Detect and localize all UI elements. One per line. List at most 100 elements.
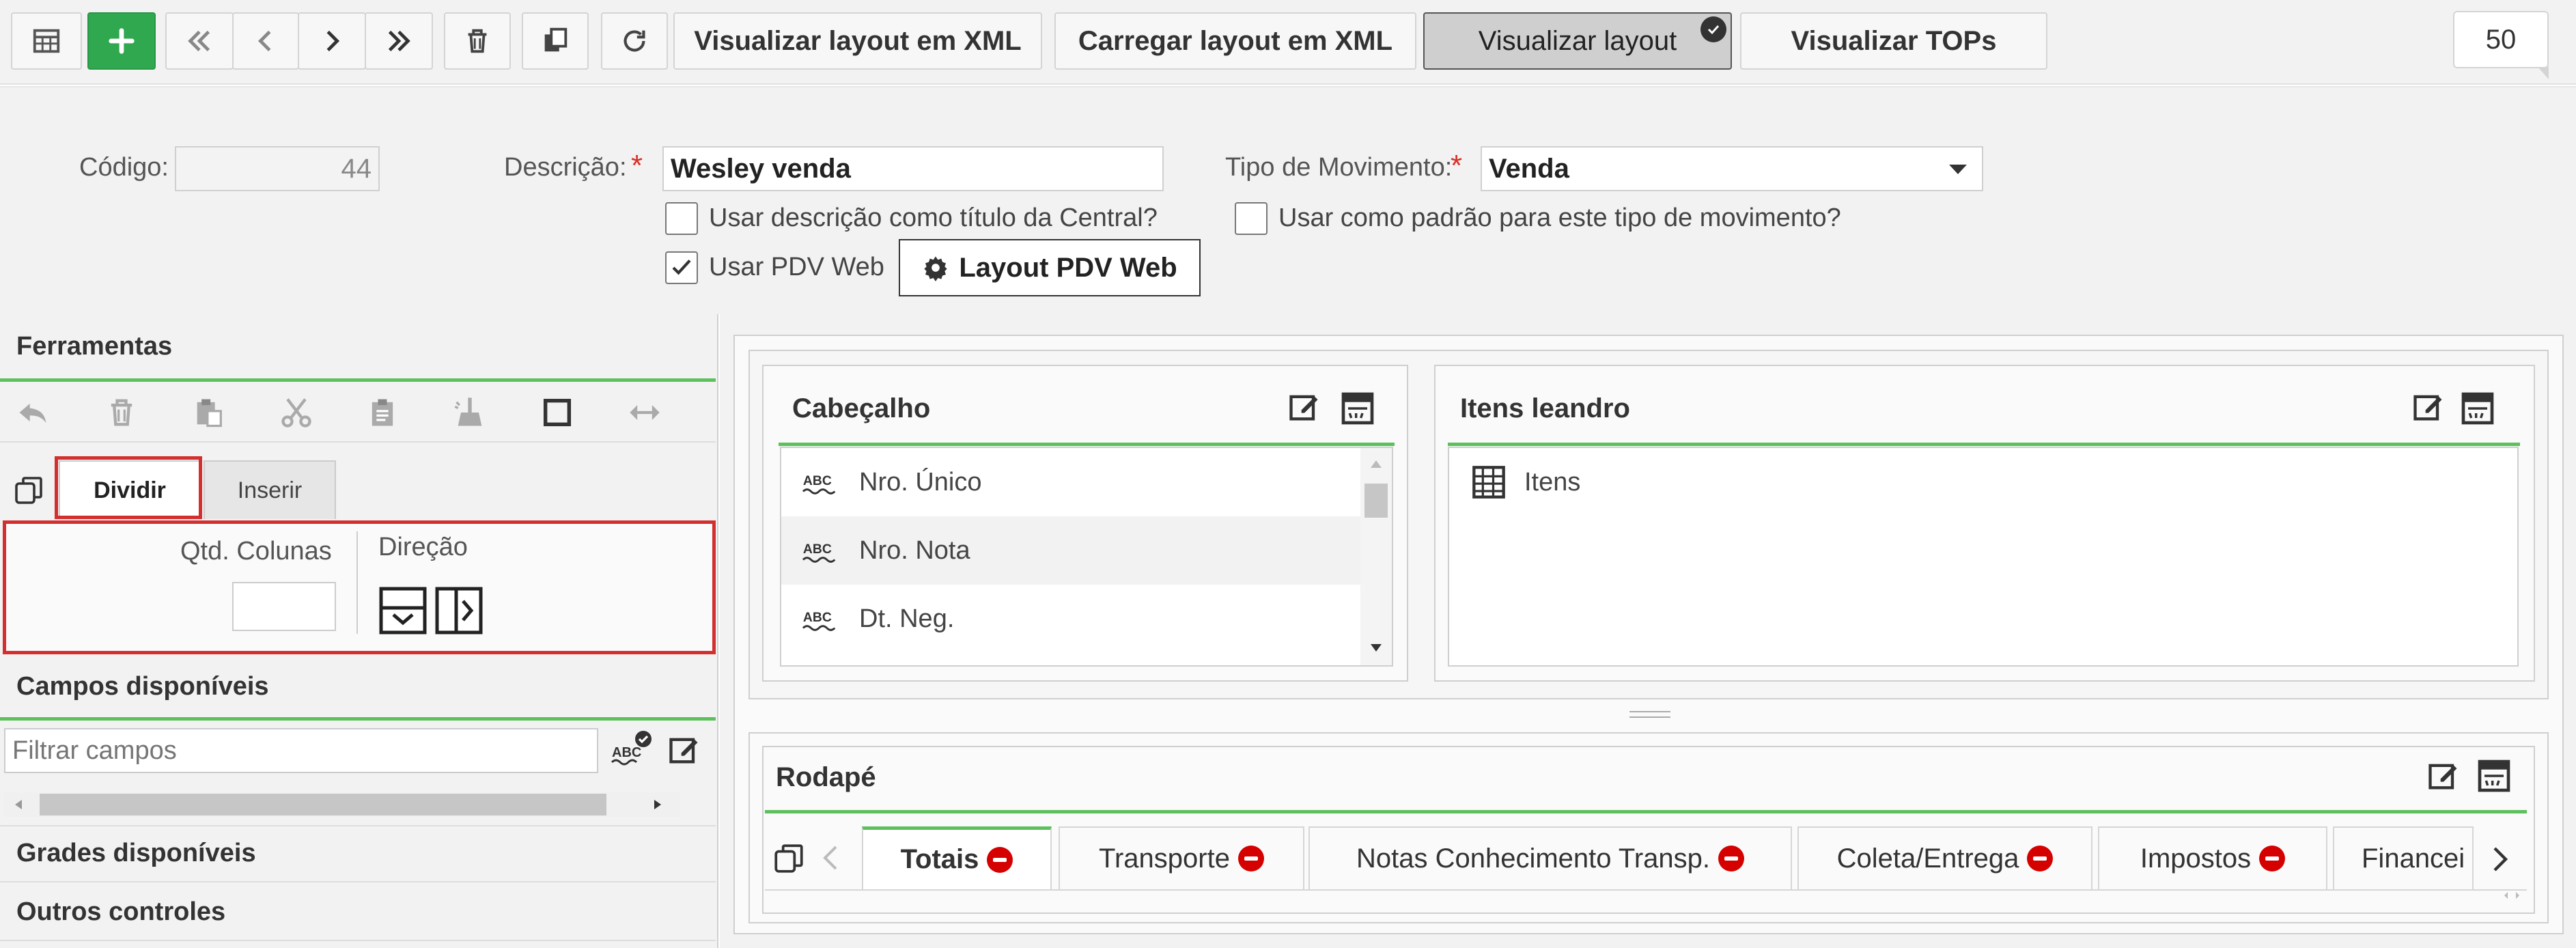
square-icon[interactable] [540,395,575,430]
broom-icon[interactable] [452,395,488,430]
refresh-button[interactable] [601,12,668,70]
tab-inserir[interactable]: Inserir [204,460,336,519]
campos-divider [0,717,716,721]
scrollbar-thumb[interactable] [40,794,606,815]
tab-totais[interactable]: Totais [862,826,1052,889]
page-size-input[interactable]: 50 [2453,11,2549,68]
remove-icon[interactable] [1718,846,1745,872]
double-chevron-right-icon [388,30,410,52]
splitter-grip-icon[interactable] [1628,706,1672,723]
view-xml-button[interactable]: Visualizar layout em XML [673,12,1042,70]
usar-pdv-web-checkbox[interactable] [665,251,698,284]
section-divider [0,825,716,826]
resize-horizontal-icon[interactable] [627,395,662,430]
table-icon [33,29,60,53]
tabs-baseline [765,889,2527,891]
copy-icon[interactable] [12,474,45,507]
edit-icon[interactable] [667,732,702,768]
field-label: Nro. Nota [859,535,970,565]
cabecalho-divider [779,443,1395,446]
descricao-input[interactable]: Wesley venda [662,146,1164,191]
edit-icon[interactable] [2411,389,2446,425]
tab-scroll-right-icon[interactable] [2491,846,2509,873]
list-item[interactable]: ABC Nro. Único [781,448,1362,516]
layout-pdv-web-button[interactable]: Layout PDV Web [899,239,1201,296]
list-item[interactable]: Itens [1449,448,2515,516]
remove-icon[interactable] [2259,846,2286,872]
tab-scroll-right-area [2474,828,2532,893]
remove-icon[interactable] [987,846,1013,873]
check-badge-icon [1700,16,1726,42]
cut-icon[interactable] [279,395,314,430]
tab-financeiro[interactable]: Financei [2333,826,2474,889]
clipboard-icon[interactable] [365,395,400,430]
usar-padrao-checkbox[interactable] [1235,202,1268,235]
layout-form: Código: 44 Descrição: * Wesley venda Tip… [0,86,2576,314]
tab-transporte[interactable]: Transporte [1059,826,1304,889]
rodape-divider [765,810,2527,813]
load-xml-button[interactable]: Carregar layout em XML [1054,12,1416,70]
gear-icon [924,256,948,281]
scroll-up-icon [1371,460,1382,468]
descricao-label: Descrição: [504,153,627,182]
first-record-button[interactable] [165,12,234,70]
add-button[interactable] [87,12,156,70]
dividir-content-highlight [3,520,716,654]
list-item[interactable]: ABC Dt. Neg. [781,585,1362,653]
usar-descricao-checkbox[interactable] [665,202,698,235]
tipo-movimento-select[interactable]: Venda [1481,146,1983,191]
panel-settings-icon[interactable] [2459,389,2497,428]
list-item[interactable]: ABC Nro. Nota [781,516,1362,585]
view-tops-button[interactable]: Visualizar TOPs [1740,12,2047,70]
copy-icon[interactable] [772,841,806,876]
view-layout-button[interactable]: Visualizar layout [1423,12,1732,70]
tab-impostos[interactable]: Impostos [2098,826,2327,889]
remove-icon[interactable] [2027,846,2054,872]
grid-view-button[interactable] [11,12,82,70]
check-icon [672,260,691,275]
abc-check-icon[interactable]: ABC [611,729,652,768]
chevron-left-icon [257,30,271,52]
remove-icon[interactable] [1237,846,1264,872]
previous-record-button[interactable] [232,12,299,70]
undo-icon[interactable] [15,395,51,430]
panel-settings-icon[interactable] [2475,757,2513,795]
scroll-right-icon [654,800,661,809]
codigo-label: Código: [79,153,169,182]
last-record-button[interactable] [365,12,433,70]
tab-label: Transporte [1099,843,1230,874]
toolbar: Visualizar layout em XML Carregar layout… [0,0,2576,85]
svg-text:ABC: ABC [612,745,641,760]
abc-text-icon: ABC [802,474,836,494]
vertical-scrollbar[interactable] [1360,448,1392,665]
tipo-movimento-label: Tipo de Movimento: [1225,153,1453,182]
outros-controles-title[interactable]: Outros controles [16,897,225,927]
paste-icon[interactable] [191,395,227,430]
required-mark: * [1451,149,1463,182]
edit-icon[interactable] [1287,389,1322,425]
horizontal-scrollbar[interactable] [4,792,680,817]
required-mark: * [631,149,643,182]
scrollbar-thumb[interactable] [1364,484,1388,518]
scroll-down-icon [1371,644,1382,652]
duplicate-button[interactable] [522,12,589,70]
delete-button[interactable] [444,12,511,70]
usar-pdv-web-label: Usar PDV Web [709,253,884,281]
filtrar-campos-input[interactable] [4,728,598,773]
trash-icon[interactable] [104,395,139,430]
copy-icon [544,27,568,52]
tools-divider [0,441,716,443]
tab-label: Notas Conhecimento Transp. [1356,843,1711,874]
next-record-button[interactable] [298,12,366,70]
tab-label: Totais [900,844,979,874]
svg-text:ABC: ABC [803,542,832,557]
trash-icon [468,29,487,53]
tab-coleta-entrega[interactable]: Coleta/Entrega [1797,826,2092,889]
field-label: Nro. Único [859,467,982,497]
panel-settings-icon[interactable] [1339,389,1377,428]
grades-disponiveis-title[interactable]: Grades disponíveis [16,839,256,868]
itens-content: Itens [1448,447,2519,667]
tab-notas-conhecimento[interactable]: Notas Conhecimento Transp. [1308,826,1792,889]
tab-scroll-left-icon[interactable] [822,844,839,872]
edit-icon[interactable] [2426,758,2461,794]
